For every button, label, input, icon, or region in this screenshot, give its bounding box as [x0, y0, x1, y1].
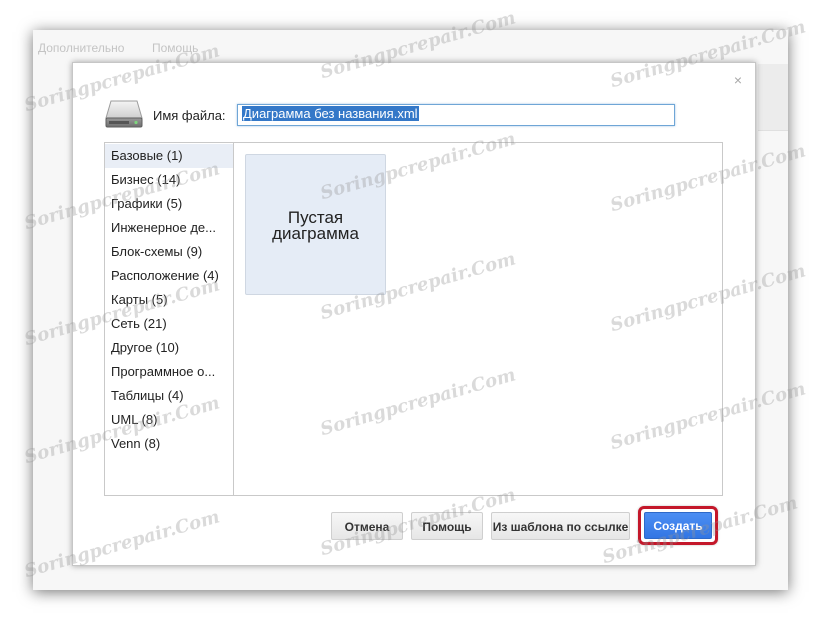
menu-item-additional[interactable]: Дополнительно	[38, 41, 124, 55]
app-side-panel	[758, 64, 788, 131]
filename-label: Имя файла:	[153, 108, 226, 123]
hard-drive-icon	[105, 100, 143, 128]
menu-item-help[interactable]: Помощь	[152, 41, 198, 55]
cancel-button[interactable]: Отмена	[331, 512, 403, 540]
template-card-label: Пустая диаграмма	[246, 209, 385, 243]
category-item-other[interactable]: Другое (10)	[105, 336, 233, 360]
category-item-flowcharts[interactable]: Блок-схемы (9)	[105, 240, 233, 264]
help-button[interactable]: Помощь	[411, 512, 483, 540]
category-item-tables[interactable]: Таблицы (4)	[105, 384, 233, 408]
category-item-maps[interactable]: Карты (5)	[105, 288, 233, 312]
close-icon[interactable]: ×	[734, 73, 742, 87]
category-item-layout[interactable]: Расположение (4)	[105, 264, 233, 288]
category-item-charts[interactable]: Графики (5)	[105, 192, 233, 216]
filename-input[interactable]: Диаграмма без названия.xml	[237, 104, 675, 126]
category-item-network[interactable]: Сеть (21)	[105, 312, 233, 336]
category-item-basic[interactable]: Базовые (1)	[105, 144, 233, 168]
from-template-url-button[interactable]: Из шаблона по ссылке	[491, 512, 630, 540]
create-button[interactable]: Создать	[644, 512, 712, 539]
category-item-venn[interactable]: Venn (8)	[105, 432, 233, 456]
new-diagram-dialog: × Имя файла: Диаграмма без названия.xml …	[72, 62, 756, 566]
category-item-uml[interactable]: UML (8)	[105, 408, 233, 432]
template-panel: Базовые (1) Бизнес (14) Графики (5) Инже…	[104, 142, 723, 496]
category-item-business[interactable]: Бизнес (14)	[105, 168, 233, 192]
category-item-software[interactable]: Программное о...	[105, 360, 233, 384]
category-item-engineering[interactable]: Инженерное де...	[105, 216, 233, 240]
filename-input-value: Диаграмма без названия.xml	[242, 106, 419, 121]
template-card-blank-diagram[interactable]: Пустая диаграмма	[245, 154, 386, 295]
category-list: Базовые (1) Бизнес (14) Графики (5) Инже…	[105, 143, 234, 495]
app-menubar: Дополнительно Помощь	[33, 30, 788, 64]
template-card-label-line2: диаграмма	[272, 224, 359, 243]
